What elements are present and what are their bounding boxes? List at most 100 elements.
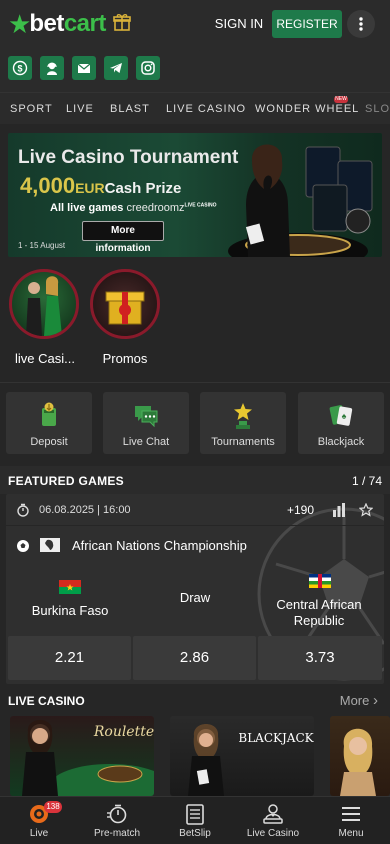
nav-item-sport[interactable]: SPORT [10,103,53,115]
bottom-nav-live[interactable]: 138 Live [0,797,78,844]
vertical-dots-icon [359,17,363,31]
chat-icon [103,402,189,428]
mail-icon[interactable] [72,56,96,80]
tournaments-tile[interactable]: Tournaments [200,392,286,454]
banner-subtitle: All live games creedroomzLIVE CASINO [50,202,216,214]
promos-story[interactable] [90,269,160,339]
bottom-nav-betslip[interactable]: BetSlip [156,797,234,844]
dancers-image [26,276,62,336]
blackjack-card-title: BLACKJACK [238,731,314,745]
stopwatch-icon [78,803,156,825]
logo-text-cart: cart [63,10,107,37]
telegram-icon[interactable] [104,56,128,80]
new-badge: NEW [334,96,348,103]
prize-currency: EUR [75,180,105,196]
instagram-icon[interactable] [136,56,160,80]
odds-away[interactable]: 3.73 [258,636,382,680]
provider-logo-text: creedroomz [126,202,185,214]
live-casino-label: Live Casino [246,828,300,839]
menu-label: Menu [338,828,364,839]
tournaments-label: Tournaments [211,436,275,448]
featured-match-card[interactable]: 06.08.2025 | 16:00 +190 African Nations … [6,494,384,684]
prize-amount: 4,000 [20,173,76,198]
burkina-faso-flag [59,580,81,594]
cards-icon: ♠ [298,402,384,428]
central-african-republic-flag [309,574,331,588]
nav-item-slots[interactable]: SLO [365,103,390,115]
menu-icon [312,803,390,825]
bottom-navigation: 138 Live Pre-match BetSlip Live Casino M… [0,796,390,844]
more-label: More [339,693,370,708]
bottom-nav-pre-match[interactable]: Pre-match [78,797,156,844]
pre-match-label: Pre-match [93,828,141,839]
sign-in-button[interactable]: SIGN IN [210,14,268,34]
featured-games-header: FEATURED GAMES 1 / 74 [0,466,390,494]
register-button[interactable]: REGISTER [272,10,342,38]
nav-item-wonder-wheel[interactable]: WONDER WHEEL [255,103,359,115]
africa-flag-icon [40,538,60,552]
support-agent-icon[interactable] [40,56,64,80]
gift-box-image [105,291,145,325]
provider-sub-text: LIVE CASINO [184,202,217,209]
more-information-button[interactable]: More information [82,221,164,254]
statistics-icon[interactable] [332,503,346,517]
featured-games-counter: 1 / 74 [351,474,382,488]
deposit-label: Deposit [30,436,68,448]
home-team: Burkina Faso [31,603,109,618]
odds-draw[interactable]: 2.86 [133,636,256,680]
chevron-right-icon: › [373,692,378,709]
match-datetime: 06.08.2025 | 16:00 [39,504,131,516]
away-team: Central African Republic [276,597,362,628]
betslip-icon [156,803,234,825]
deposit-tile[interactable]: Deposit [6,392,92,454]
roulette-card-title: Roulette [93,724,154,740]
featured-games-title: FEATURED GAMES [8,474,124,488]
bottom-nav-live-casino[interactable]: Live Casino [234,797,312,844]
more-options-button[interactable] [347,10,375,38]
dollar-icon[interactable]: $ [8,56,32,80]
blackjack-tile[interactable]: ♠ Blackjack [298,392,384,454]
banner-prize: 4,000EURCash Prize [20,173,181,199]
live-casino-story[interactable] [9,269,79,339]
deposit-icon [6,402,92,428]
bottom-nav-menu[interactable]: Menu [312,797,390,844]
dealer-artwork [340,728,376,796]
gift-icon[interactable] [112,12,132,37]
blackjack-artwork: BLACKJACK [188,724,314,796]
banner-title: Live Casino Tournament [18,147,239,168]
blackjack-game-card[interactable]: BLACKJACK [170,716,314,796]
more-markets-count[interactable]: +190 [287,503,314,517]
live-casino-more-link[interactable]: More › [340,692,378,709]
live-count-badge: 138 [44,801,62,813]
live-label: Live [29,828,49,839]
stopwatch-icon [17,503,29,517]
section-divider [0,382,390,383]
blackjack-label: Blackjack [317,436,365,448]
odds-home[interactable]: 2.21 [8,636,131,680]
all-live-text: All live games [50,202,124,214]
live-chat-tile[interactable]: Live Chat [103,392,189,454]
league-name: African Nations Championship [72,538,247,553]
favorite-star-icon[interactable] [359,503,373,517]
logo-text-bet: bet [29,10,64,37]
social-links: $ [8,56,160,80]
trophy-icon [200,402,286,430]
nav-item-live[interactable]: LIVE [66,103,94,115]
header: ★ betcart SIGN IN REGISTER $ [0,0,390,92]
nav-item-live-casino[interactable]: LIVE CASINO [166,103,246,115]
match-time-row: 06.08.2025 | 16:00 +190 [6,494,384,526]
third-game-card[interactable] [330,716,390,796]
roulette-game-card[interactable]: Roulette [10,716,154,796]
draw-label: Draw [179,590,211,605]
banner-dates: 1 - 15 August [18,241,66,250]
promos-story-label[interactable]: Promos [86,351,164,366]
logo-star-icon: ★ [8,9,32,39]
promo-banner[interactable]: Live Casino Tournament 4,000EURCash Priz… [8,133,382,257]
prize-text: Cash Prize [104,180,182,197]
svg-text:♠: ♠ [342,411,347,421]
betcart-logo[interactable]: ★ betcart [8,10,132,38]
live-casino-story-label[interactable]: live Casi... [9,351,81,366]
sport-navigation: SPORT LIVE BLAST LIVE CASINO WONDER WHEE… [0,92,390,124]
svg-text:$: $ [17,64,22,74]
nav-item-blast[interactable]: BLAST [110,103,150,115]
